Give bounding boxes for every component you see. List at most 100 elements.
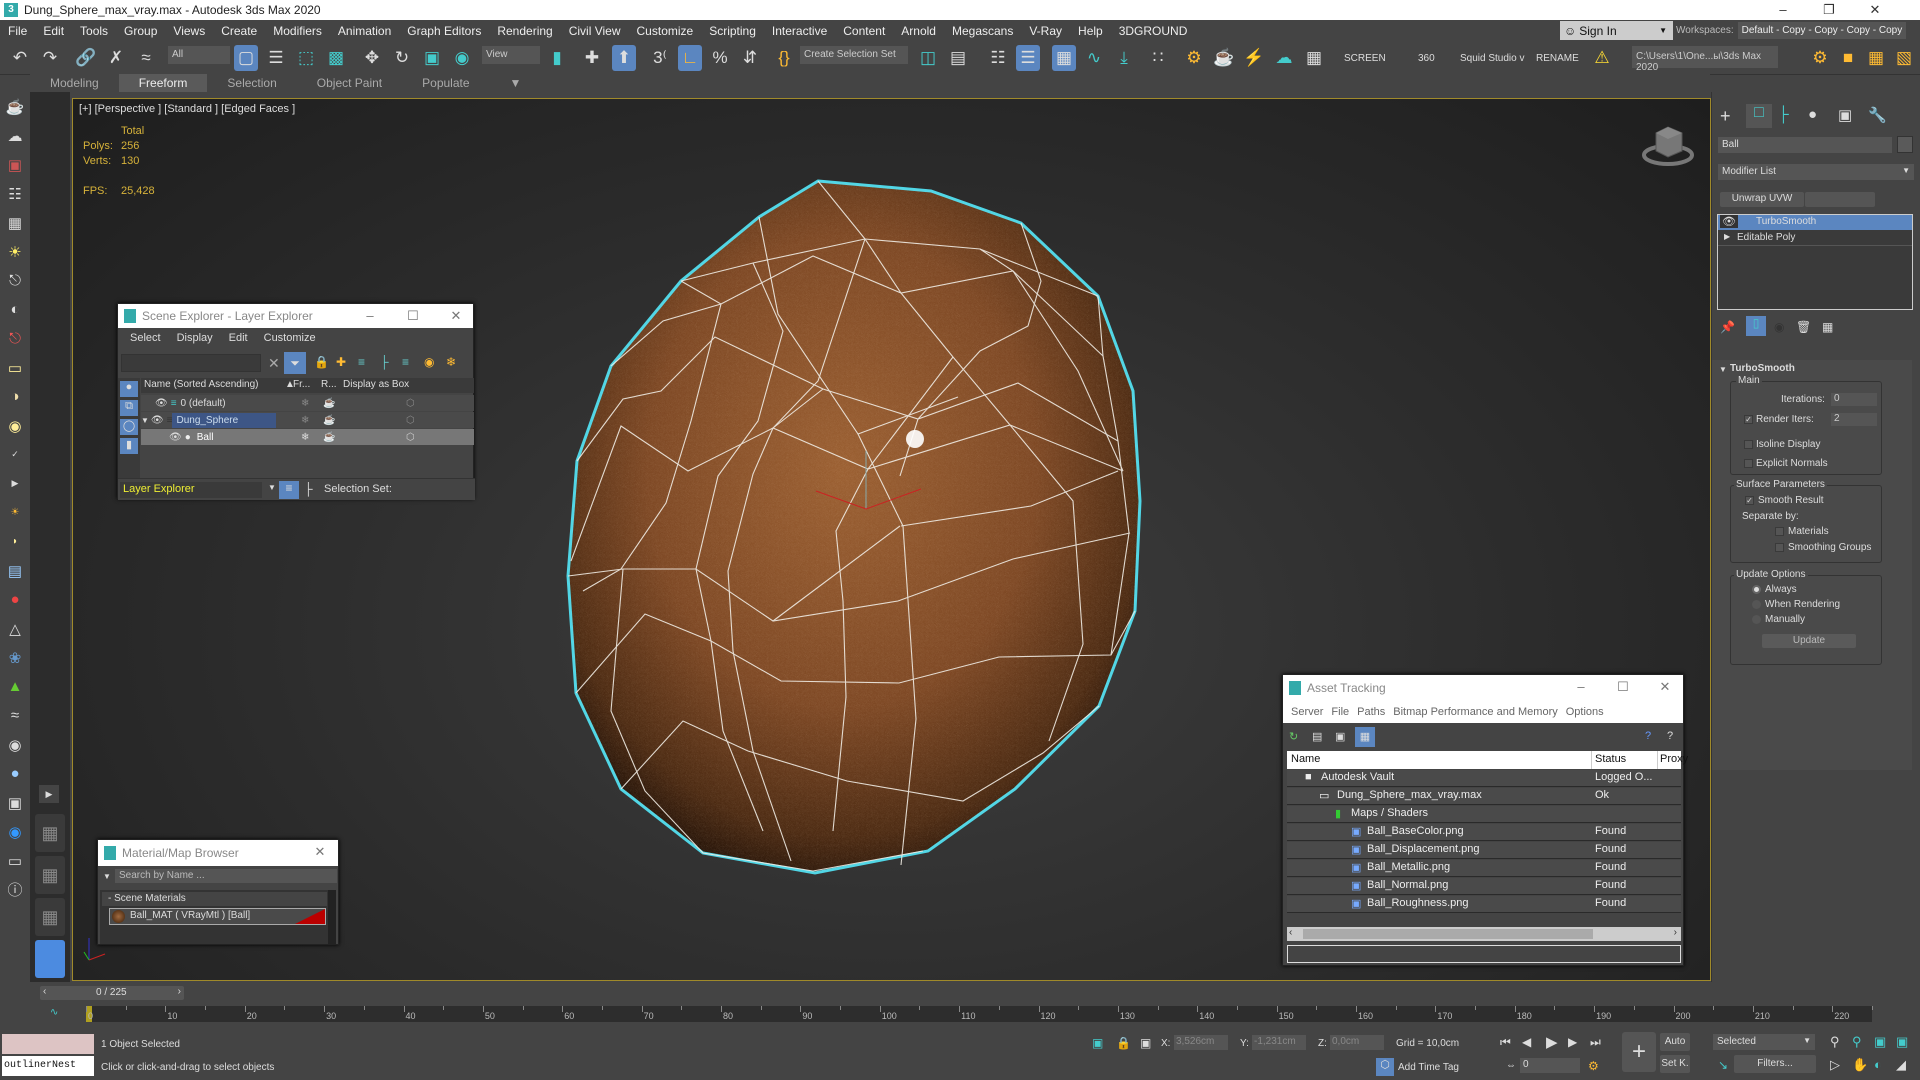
column-status[interactable]: Status (1595, 753, 1626, 765)
lights-filter-icon[interactable]: ◯ (120, 419, 138, 435)
menu-scripting[interactable]: Scripting (701, 24, 764, 38)
grass-icon[interactable]: ▲ (0, 672, 30, 701)
screen-button[interactable]: SCREEN (1344, 53, 1386, 64)
fluid-icon[interactable]: ● (0, 585, 30, 614)
scale-icon[interactable]: ▣ (420, 45, 444, 71)
asset-row[interactable]: ▣ Ball_Displacement.png Found (1287, 842, 1681, 859)
time-tag-icon[interactable]: ⬡ (1376, 1058, 1394, 1076)
scrollbar-thumb[interactable] (1303, 929, 1593, 939)
button-360[interactable]: 360 (1418, 53, 1435, 64)
column-proxy[interactable]: Proxy (1660, 753, 1688, 765)
layers-icon[interactable]: ≡ (402, 355, 409, 369)
add-time-tag-button[interactable]: Add Time Tag (1398, 1062, 1459, 1073)
box-icon[interactable]: ⬡ (406, 415, 415, 426)
display-tab-icon[interactable]: ▣ (1838, 106, 1852, 124)
layout-quad-3[interactable]: ▦ (35, 898, 65, 936)
schematic-view-icon[interactable]: ⤓ (1112, 45, 1136, 71)
menu-bitmap-performance[interactable]: Bitmap Performance and Memory (1389, 706, 1561, 718)
key-tangent-icon[interactable]: ↘ (1718, 1058, 1728, 1072)
tab-object-paint[interactable]: Object Paint (297, 74, 402, 92)
sphere-light-icon[interactable]: ◉ (0, 411, 30, 440)
isolate-selection-icon[interactable]: ▣ (1092, 1036, 1103, 1050)
maximize-viewport-icon[interactable]: ◢ (1896, 1057, 1906, 1073)
visibility-eye-icon[interactable]: 👁 (1720, 215, 1738, 228)
scene-explorer-search-input[interactable] (121, 354, 261, 372)
select-by-name-icon[interactable]: ☰ (264, 45, 288, 71)
camera-icon[interactable]: ⎋ (0, 266, 30, 295)
pivot-icon[interactable]: ▮ (545, 45, 569, 71)
menu-paths[interactable]: Paths (1353, 706, 1389, 718)
render-cloud-icon[interactable]: ☁ (1272, 45, 1296, 71)
reference-coord-dropdown[interactable]: View (482, 46, 540, 64)
dung-sphere-object[interactable] (563, 171, 1253, 881)
workspaces-dropdown[interactable]: Default - Copy - Copy - Copy - Copy (1737, 22, 1907, 39)
asset-path-field[interactable] (1287, 945, 1681, 963)
hierarchy-mode-icon[interactable]: ├ (304, 482, 313, 496)
menu-server[interactable]: Server (1287, 706, 1327, 718)
visibility-eye-icon[interactable]: 👁 (155, 398, 168, 409)
maxscript-mini-listener[interactable] (2, 1034, 94, 1054)
render-frame-icon[interactable]: ▣ (0, 150, 30, 179)
menu-customize[interactable]: Customize (629, 24, 702, 38)
maximize-button[interactable]: ❐ (1806, 0, 1852, 20)
asset-row[interactable]: ▮ Maps / Shaders (1287, 806, 1681, 823)
help-icon[interactable]: ⓘ (0, 875, 30, 904)
zoom-extents-icon[interactable]: ▣ (1874, 1034, 1886, 1050)
set-key-big-icon[interactable]: + (1622, 1032, 1656, 1072)
export-icon[interactable]: ▭ (0, 846, 30, 875)
pin-stack-icon[interactable]: 📌 (1720, 320, 1735, 334)
layout-quad-2[interactable]: ▦ (35, 856, 65, 894)
auto-key-button[interactable]: Auto (1660, 1033, 1690, 1051)
modifier-list-dropdown[interactable]: Modifier List ▼ (1718, 164, 1914, 180)
materials-checkbox[interactable] (1775, 527, 1784, 536)
rotate-icon[interactable]: ↻ (390, 45, 414, 71)
render-grid-icon[interactable]: ▦ (1302, 45, 1326, 71)
half-circle-icon[interactable]: ◗ (0, 527, 30, 556)
grid-panel-icon[interactable]: ▦ (0, 208, 30, 237)
shapes-filter-icon[interactable]: ⧉ (120, 400, 138, 416)
percent-snap-icon[interactable]: % (708, 45, 732, 71)
close-button[interactable]: ✕ (1852, 0, 1898, 20)
column-name[interactable]: Name (Sorted Ascending) (144, 379, 259, 390)
maximize-button[interactable]: ☐ (1603, 675, 1643, 701)
expand-layout-button[interactable]: ▶ (39, 785, 59, 803)
material-editor-icon[interactable]: ∷ (1146, 45, 1170, 71)
bind-space-warp-icon[interactable]: ≈ (134, 45, 158, 71)
material-item[interactable]: Ball_MAT ( VRayMtl ) [Ball] (109, 908, 326, 925)
sphere-primitive-icon[interactable]: ● (0, 759, 30, 788)
project-structure-icon[interactable]: ▧ (1892, 45, 1916, 71)
menu-animation[interactable]: Animation (330, 24, 399, 38)
sun-icon[interactable]: ☀ (0, 498, 30, 527)
viewport-label[interactable]: [+] [Perspective ] [Standard ] [Edged Fa… (79, 103, 295, 115)
horizontal-scrollbar[interactable]: ‹ › (1287, 927, 1681, 941)
menu-3dground[interactable]: 3DGROUND (1111, 24, 1196, 38)
material-list-scrollbar[interactable] (328, 890, 336, 944)
hair-icon[interactable]: ≈ (0, 701, 30, 730)
redo-icon[interactable]: ↷ (38, 45, 62, 71)
frame-ruler[interactable]: 0 10 20 30 40 50 60 70 80 90 100 110 120 130 140 150 160… (86, 1006, 1873, 1022)
modify-tab-icon[interactable]: □ (1746, 104, 1772, 128)
filter-icon[interactable]: ⏷ (284, 352, 306, 374)
visibility-eye-icon[interactable]: 👁 (151, 415, 164, 426)
zoom-icon[interactable]: ⚲ (1830, 1034, 1840, 1050)
spinner-snap-icon[interactable]: ⇵ (738, 45, 762, 71)
absolute-mode-icon[interactable]: ▣ (1140, 1036, 1151, 1050)
render-setup-icon[interactable]: ⚙ (1182, 45, 1206, 71)
snaps-toggle-icon[interactable]: 3⁽ (648, 45, 672, 71)
menu-civil-view[interactable]: Civil View (561, 24, 629, 38)
close-button[interactable]: ✕ (300, 840, 340, 866)
make-unique-icon[interactable]: ◉ (1774, 320, 1784, 334)
key-mode-icon[interactable]: ⇔ (1506, 1060, 1516, 1071)
z-coordinate-field[interactable]: 0,0cm (1330, 1035, 1384, 1050)
render-iters-spinner[interactable]: 2 (1831, 413, 1877, 426)
filters-button[interactable]: Filters... (1734, 1055, 1816, 1073)
list-view-icon[interactable]: ▤ (1312, 730, 1322, 743)
remove-modifier-icon[interactable]: 🗑 (1796, 320, 1811, 334)
y-coordinate-field[interactable]: -1,231cm (1252, 1035, 1306, 1050)
asset-row[interactable]: ▭ Dung_Sphere_max_vray.max Ok (1287, 788, 1681, 805)
column-name[interactable]: Name (1291, 753, 1320, 765)
menu-edit[interactable]: Edit (35, 24, 72, 38)
selection-region-icon[interactable]: ◉ (0, 817, 30, 846)
cloud-shape-icon[interactable]: ☁ (0, 121, 30, 150)
minimize-button[interactable]: – (350, 304, 390, 328)
